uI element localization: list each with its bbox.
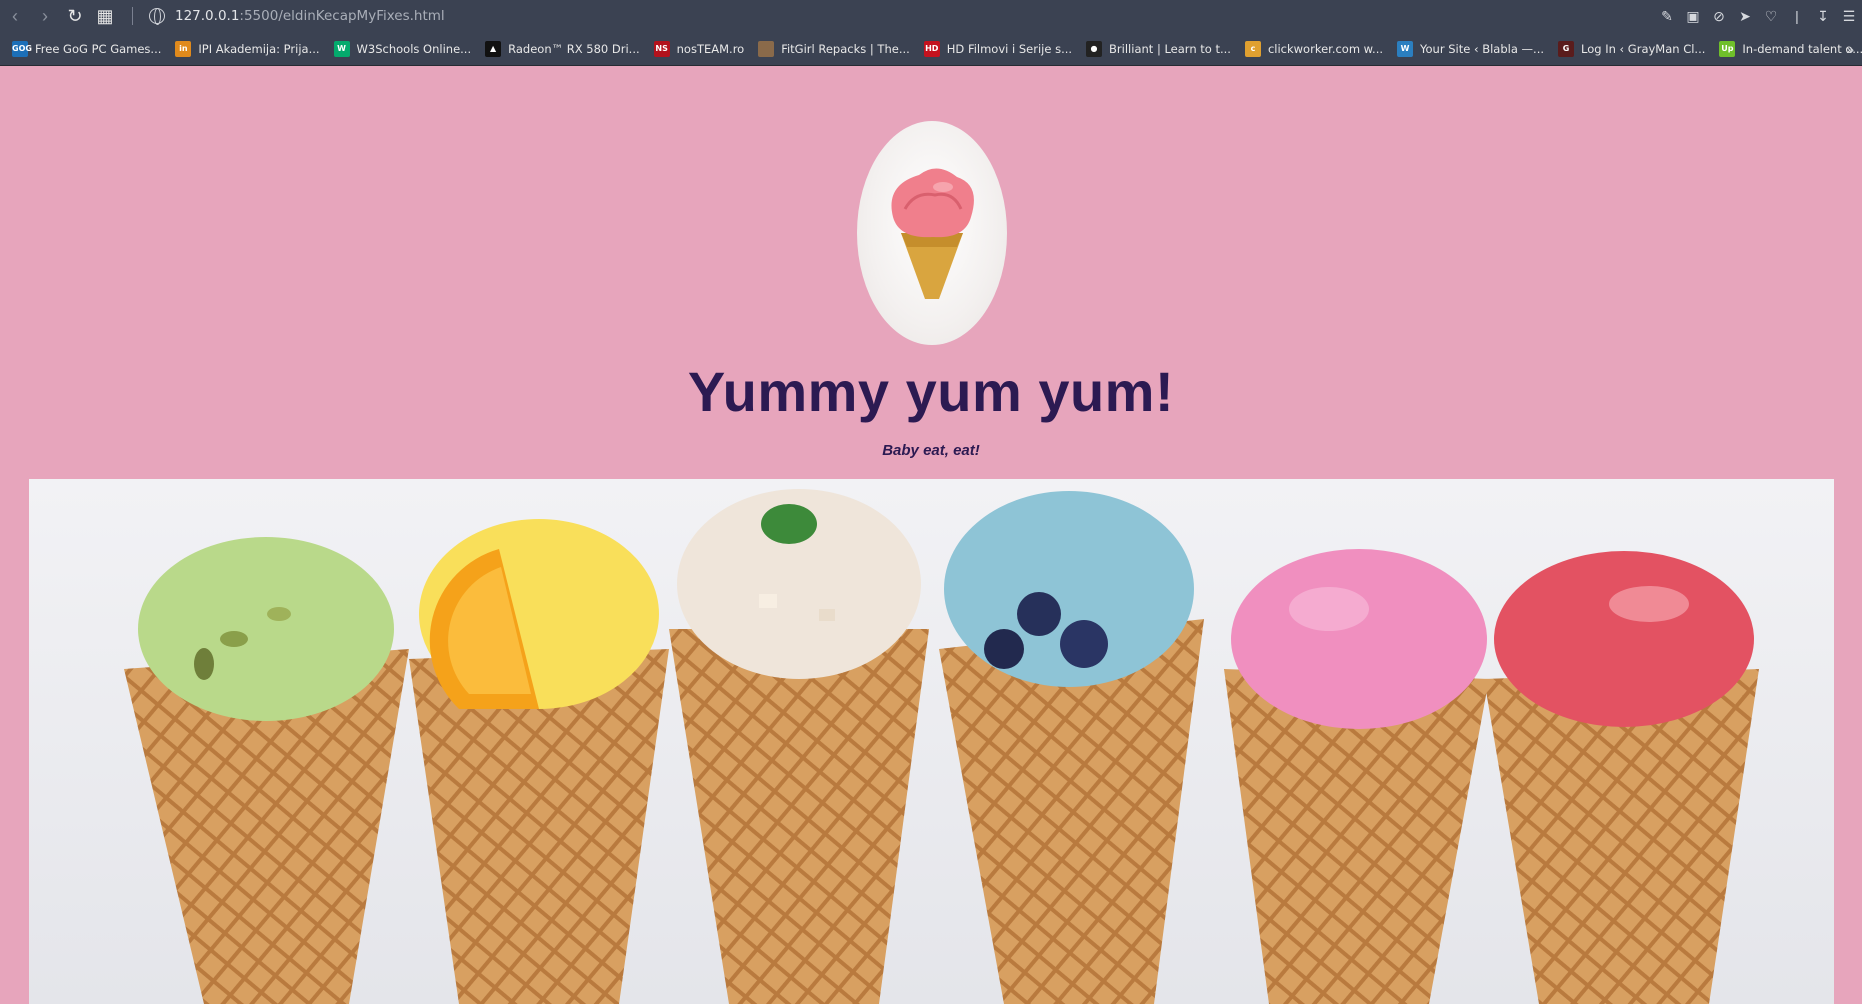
url-path: :5500/eldinKecapMyFixes.html: [239, 8, 445, 24]
bookmark-item[interactable]: ● Brilliant | Learn to t...: [1086, 40, 1231, 57]
back-icon[interactable]: ‹: [0, 0, 30, 32]
toolbar-divider: [132, 7, 133, 25]
page-subtitle: Baby eat, eat!: [882, 442, 980, 459]
ice-cream-logo: [857, 121, 1007, 345]
bookmark-favicon-icon: Up: [1719, 40, 1736, 57]
address-field[interactable]: 127.0.0.1:5500/eldinKecapMyFixes.html: [175, 8, 445, 24]
bookmark-item[interactable]: HD HD Filmovi i Serije s...: [923, 40, 1073, 57]
bookmark-label: FitGirl Repacks | The...: [781, 41, 910, 56]
menu-icon[interactable]: ☰: [1836, 0, 1862, 32]
bookmark-label: nosTEAM.ro: [676, 41, 745, 56]
bookmark-favicon-icon: W: [1397, 40, 1414, 57]
bookmark-favicon-icon: NS: [653, 40, 670, 57]
bookmark-label: Brilliant | Learn to t...: [1109, 41, 1231, 56]
forward-icon[interactable]: ›: [30, 0, 60, 32]
bookmark-label: HD Filmovi i Serije s...: [946, 41, 1073, 56]
reload-icon[interactable]: ↻: [60, 0, 90, 32]
bookmark-label: clickworker.com w...: [1267, 41, 1384, 56]
camera-icon[interactable]: ▣: [1680, 0, 1706, 32]
toolbar-actions: ✎ ▣ ⊘ ➤ ♡ | ↧ ☰: [1654, 0, 1862, 32]
bookmark-item[interactable]: c clickworker.com w...: [1244, 40, 1384, 57]
bookmark-favicon-icon: [758, 40, 775, 57]
bookmark-item[interactable]: GOG Free GoG PC Games...: [12, 40, 162, 57]
bookmark-item[interactable]: W W3Schools Online...: [333, 40, 472, 57]
bookmark-favicon-icon: ▲: [485, 40, 502, 57]
bookmark-favicon-icon: W: [333, 40, 350, 57]
bookmark-favicon-icon: GOG: [12, 40, 32, 57]
edit-icon[interactable]: ✎: [1654, 0, 1680, 32]
bookmark-favicon-icon: c: [1244, 40, 1261, 57]
bookmark-favicon-icon: in: [175, 40, 192, 57]
bookmark-item[interactable]: G Log In ‹ GrayMan Cl...: [1558, 40, 1706, 57]
heart-icon[interactable]: ♡: [1758, 0, 1784, 32]
bookmark-label: W3Schools Online...: [356, 41, 472, 56]
bookmark-label: Radeon™ RX 580 Dri...: [508, 41, 640, 56]
bookmark-item[interactable]: ▲ Radeon™ RX 580 Dri...: [485, 40, 640, 57]
bookmark-item[interactable]: Up In-demand talent o...: [1719, 40, 1862, 57]
bookmark-item[interactable]: FitGirl Repacks | The...: [758, 40, 910, 57]
send-icon[interactable]: ➤: [1732, 0, 1758, 32]
site-info-icon[interactable]: [149, 8, 165, 25]
bookmark-label: In-demand talent o...: [1742, 41, 1862, 56]
download-icon[interactable]: ↧: [1810, 0, 1836, 32]
divider-icon: |: [1795, 8, 1799, 24]
bookmark-item[interactable]: in IPI Akademija: Prija...: [175, 40, 320, 57]
bookmarks-bar: GOG Free GoG PC Games... in IPI Akademija: …: [0, 32, 1862, 66]
hero-image: [29, 479, 1834, 1004]
bookmark-label: Log In ‹ GrayMan Cl...: [1581, 41, 1706, 56]
page-body: Yummy yum yum! Baby eat, eat!: [0, 67, 1862, 1004]
bookmark-favicon-icon: G: [1558, 40, 1575, 57]
bookmark-label: Your Site ‹ Blabla —...: [1420, 41, 1545, 56]
bookmark-item[interactable]: W Your Site ‹ Blabla —...: [1397, 40, 1545, 57]
ice-cream-cones-illustration: [29, 479, 1834, 1004]
url-host: 127.0.0.1: [175, 8, 240, 24]
block-icon[interactable]: ⊘: [1706, 0, 1732, 32]
bookmark-label: IPI Akademija: Prija...: [198, 41, 320, 56]
tabs-grid-icon[interactable]: ▦: [90, 0, 120, 32]
bookmark-favicon-icon: ●: [1086, 40, 1103, 57]
browser-toolbar: ‹ › ↻ ▦ 127.0.0.1:5500/eldinKecapMyFixes…: [0, 0, 1862, 32]
bookmark-favicon-icon: HD: [923, 40, 940, 57]
bookmark-label: Free GoG PC Games...: [35, 41, 162, 56]
bookmark-item[interactable]: NS nosTEAM.ro: [653, 40, 745, 57]
page-title: Yummy yum yum!: [687, 360, 1175, 423]
bookmarks-overflow-icon[interactable]: »: [1846, 32, 1854, 66]
ice-cream-cone-icon: [891, 168, 974, 299]
